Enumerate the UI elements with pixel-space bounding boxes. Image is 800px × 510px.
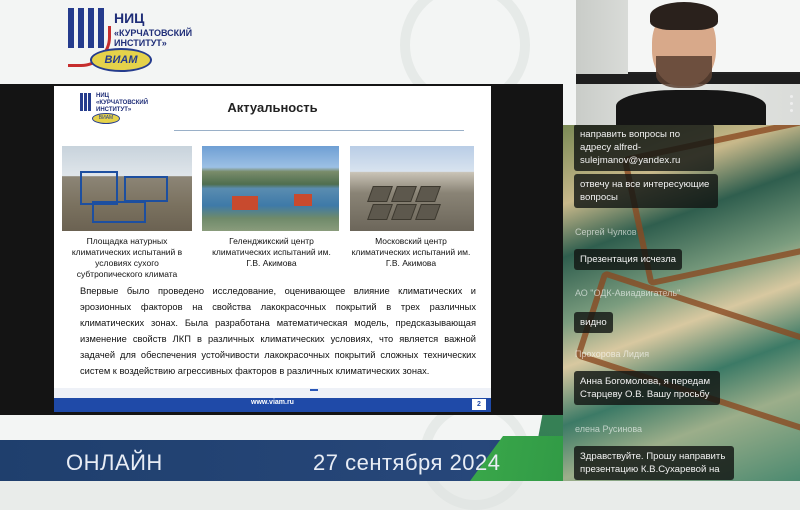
photo-moscow-center [350,146,474,231]
chat-author: АО "ОДК-Авиадвигатель" [575,288,681,298]
chat-author: елена Русинова [575,424,643,434]
slide-page-number: 2 [472,399,486,410]
chat-message: видно [574,312,613,333]
footer-online-label: ОНЛАЙН [66,450,163,475]
chat-message: отвечу на все интересующие вопросы [574,174,718,208]
slide-footer-button [310,389,318,391]
chat-message: Здравствуйте. Прошу направить презентаци… [574,446,734,480]
title-divider [174,130,464,131]
presentation-slide: НИЦ «КУРЧАТОВСКИЙ ИНСТИТУТ» ВИАМ Актуальн… [54,86,491,412]
more-options-icon[interactable] [790,95,794,116]
speaker-webcam [576,0,800,125]
chat-message: Анна Богомолова, я передам Старцеву О.В.… [574,371,720,405]
photo-test-site [62,146,192,231]
caption-test-site: Площадка натурных климатических испытани… [71,236,183,279]
chat-message: направить вопросы по адресу alfred-sulej… [574,125,714,171]
footer-date: 27 сентября 2024 [313,450,501,475]
slide-footer-strip [54,388,491,398]
slide-title: Актуальность [227,100,318,115]
chat-author: Прохорова Лидия [575,349,650,359]
chat-message: Презентация исчезла [574,249,683,270]
logo-subtitle: «КУРЧАТОВСКИЙ ИНСТИТУТ» [114,28,193,48]
viam-badge: ВИАМ [90,48,152,72]
institute-logo: НИЦ «КУРЧАТОВСКИЙ ИНСТИТУТ» ВИАМ [66,6,196,72]
chat-author: Сергей Чулков [575,227,637,237]
caption-moscow: Московский центр климатических испытаний… [351,236,471,268]
caption-gelendzhik: Геленджикский центр климатических испыта… [212,236,331,268]
logo-title: НИЦ [114,10,145,26]
photo-gelendzhik-center [202,146,339,231]
slide-body-text: Впервые было проведено исследование, оце… [80,286,476,376]
chat-panel[interactable]: направить вопросы по адресу alfred-sulej… [563,125,800,481]
slide-url: www.viam.ru [251,399,294,406]
